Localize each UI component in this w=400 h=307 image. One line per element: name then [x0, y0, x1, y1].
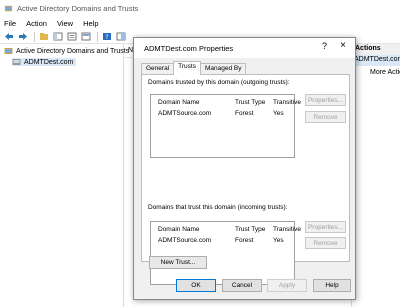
dialog-close-icon[interactable]: ×	[340, 40, 346, 51]
tree-item-admtdest-label: ADMTDest.com	[24, 58, 74, 66]
outgoing-properties-button[interactable]: Properties...	[305, 94, 346, 106]
menu-help[interactable]: Help	[83, 19, 98, 28]
menu-action[interactable]: Action	[26, 19, 47, 28]
incoming-trusts-list[interactable]: Domain Name Trust Type Transitive ADMTSo…	[150, 221, 301, 285]
domain-icon	[12, 59, 21, 65]
toolbar-separator	[97, 31, 98, 42]
incoming-list-header: Domain Name Trust Type Transitive	[151, 222, 301, 236]
menu-view[interactable]: View	[57, 19, 73, 28]
apply-button[interactable]: Apply	[267, 279, 307, 292]
trusts-tab-page: Domains trusted by this domain (outgoing…	[141, 74, 350, 285]
properties-icon[interactable]	[66, 32, 77, 42]
row-trust-type: Forest	[235, 110, 254, 117]
window-title: Active Directory Domains and Trusts	[17, 3, 139, 13]
actions-pane: Actions ADMTDest.com More Actions	[351, 44, 400, 307]
outgoing-trusts-list[interactable]: Domain Name Trust Type Transitive ADMTSo…	[150, 94, 301, 158]
console-tree-icon[interactable]	[52, 32, 63, 42]
dialog-tabs: General Trusts Managed By	[141, 61, 247, 75]
toolbar-separator	[34, 31, 35, 42]
outgoing-remove-button[interactable]: Remove	[305, 111, 346, 123]
actions-header: Actions	[352, 44, 400, 55]
row-transitive: Yes	[273, 110, 284, 117]
new-trust-button[interactable]: New Trust...	[149, 256, 207, 269]
column-transitive[interactable]: Transitive	[273, 99, 301, 106]
outgoing-trusts-label: Domains trusted by this domain (outgoing…	[148, 79, 290, 86]
help-button[interactable]: Help	[313, 279, 351, 292]
list-item[interactable]: ADMTSource.com Forest Yes	[151, 109, 294, 121]
domains-trusts-icon	[4, 48, 13, 54]
up-folder-icon[interactable]	[38, 32, 49, 42]
show-hide-pane-icon[interactable]	[115, 32, 126, 42]
column-domain-name[interactable]: Domain Name	[158, 226, 200, 233]
main-title-bar: Active Directory Domains and Trusts	[0, 0, 400, 16]
incoming-remove-button[interactable]: Remove	[305, 237, 346, 249]
forward-arrow-icon[interactable]	[17, 32, 28, 42]
actions-selected-domain[interactable]: ADMTDest.com	[352, 55, 400, 66]
list-item[interactable]: ADMTSource.com Forest Yes	[151, 236, 294, 248]
console-tree: Active Directory Domains and Trusts ADMT…	[0, 44, 129, 307]
svg-text:?: ?	[105, 34, 108, 41]
cancel-button[interactable]: Cancel	[222, 279, 262, 292]
tree-item-admtdest[interactable]: ADMTDest.com	[12, 58, 77, 66]
export-list-icon[interactable]	[80, 32, 91, 42]
row-domain: ADMTSource.com	[158, 237, 212, 244]
row-transitive: Yes	[273, 237, 284, 244]
incoming-trusts-label: Domains that trust this domain (incoming…	[148, 204, 288, 211]
domains-trusts-app-icon	[4, 5, 13, 11]
menu-bar: File Action View Help	[0, 16, 400, 30]
menu-file[interactable]: File	[4, 19, 16, 28]
dialog-title: ADMTDest.com Properties	[144, 43, 234, 53]
column-transitive[interactable]: Transitive	[273, 226, 301, 233]
back-arrow-icon[interactable]	[3, 32, 14, 42]
row-domain: ADMTSource.com	[158, 110, 212, 117]
outgoing-list-header: Domain Name Trust Type Transitive	[151, 95, 301, 109]
incoming-properties-button[interactable]: Properties...	[305, 221, 346, 233]
tree-item-root[interactable]: Active Directory Domains and Trusts	[4, 47, 129, 55]
properties-dialog: ADMTDest.com Properties ? × General Trus…	[133, 37, 356, 300]
row-trust-type: Forest	[235, 237, 254, 244]
ok-button[interactable]: OK	[176, 279, 216, 292]
column-trust-type[interactable]: Trust Type	[235, 226, 265, 233]
column-domain-name[interactable]: Domain Name	[158, 99, 200, 106]
tab-trusts[interactable]: Trusts	[173, 61, 201, 75]
help-book-icon[interactable]: ?	[101, 32, 112, 42]
more-actions-item[interactable]: More Actions	[352, 66, 400, 76]
column-trust-type[interactable]: Trust Type	[235, 99, 265, 106]
dialog-help-icon[interactable]: ?	[322, 41, 327, 51]
tree-item-root-label: Active Directory Domains and Trusts	[16, 47, 130, 55]
